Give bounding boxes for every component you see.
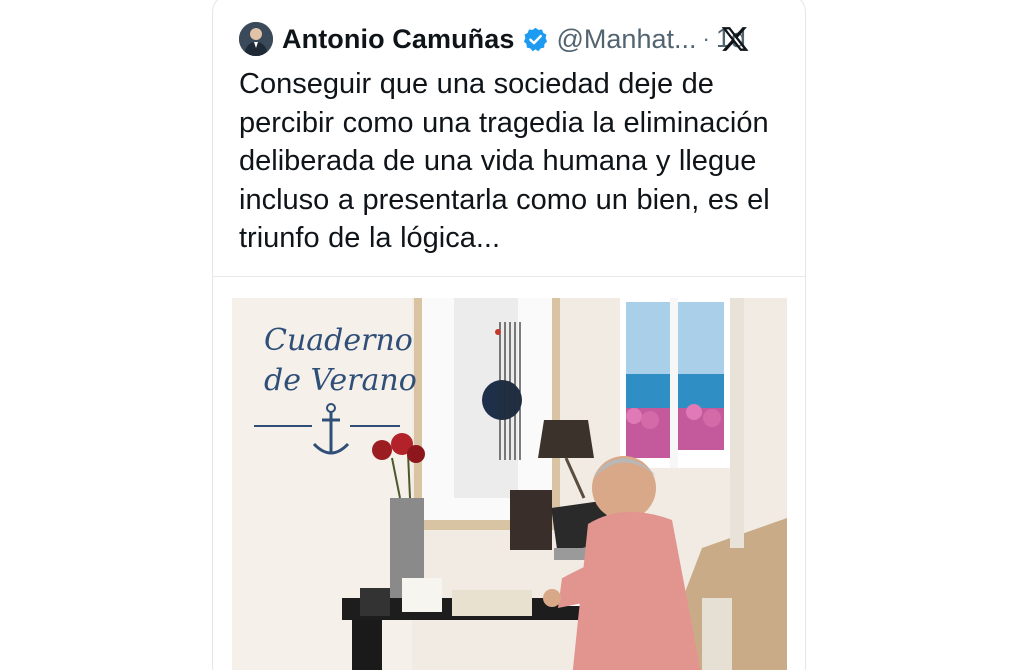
card-divider	[213, 276, 805, 277]
verified-badge-icon	[523, 27, 547, 51]
photo-title-line2: de Verano	[264, 363, 417, 398]
tweet-header: Antonio Camuñas @Manhat... · 1d	[239, 19, 799, 59]
tweet-card[interactable]: Antonio Camuñas @Manhat... · 1d Consegui…	[212, 0, 806, 670]
author-name[interactable]: Antonio Camuñas	[282, 24, 515, 55]
separator-dot: ·	[702, 26, 710, 51]
tweet-photo[interactable]: Cuaderno de Verano	[232, 298, 787, 670]
page: Antonio Camuñas @Manhat... · 1d Consegui…	[0, 0, 1023, 670]
author-handle[interactable]: @Manhat...	[557, 24, 697, 55]
author-avatar[interactable]	[239, 22, 273, 56]
x-logo-icon[interactable]	[720, 24, 750, 54]
tweet-text: Conseguir que una sociedad deje de perci…	[239, 68, 770, 254]
timestamp-area: 1d	[714, 21, 754, 57]
photo-title-line1: Cuaderno	[264, 323, 413, 358]
